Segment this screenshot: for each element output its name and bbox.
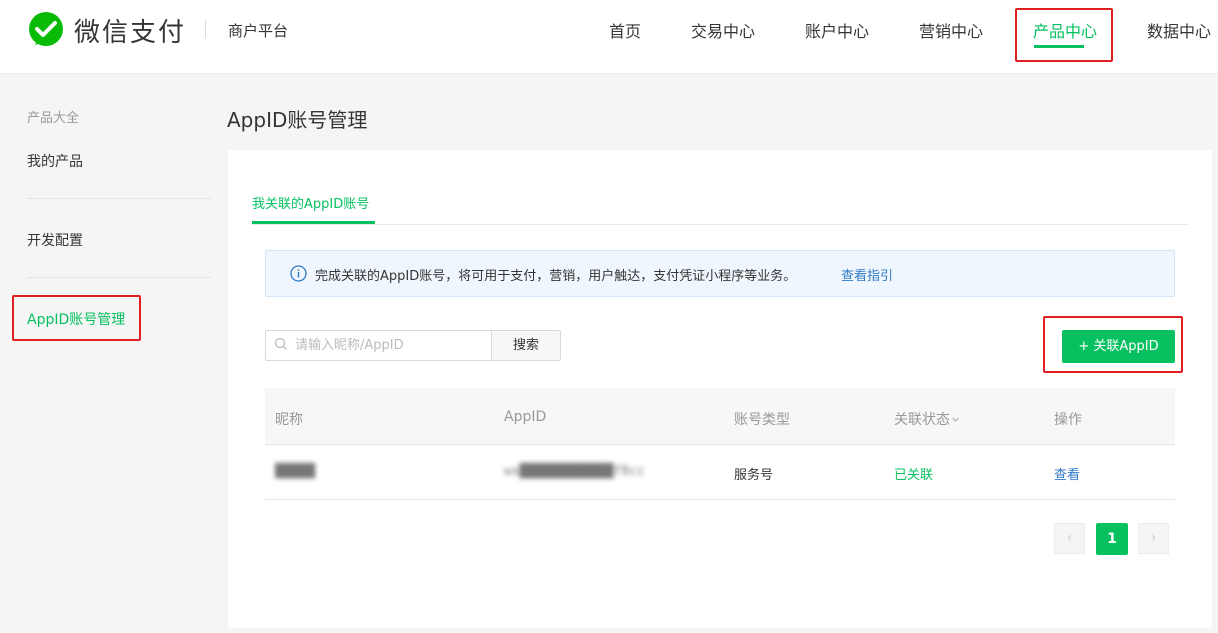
chevron-down-icon xyxy=(952,417,959,422)
prev-page-button[interactable]: ‹ xyxy=(1054,523,1085,554)
info-icon xyxy=(290,265,307,282)
sidebar-item-my-products[interactable]: 我的产品 xyxy=(27,151,83,171)
search-icon xyxy=(274,337,287,350)
sidebar-divider xyxy=(27,198,212,199)
column-header-status[interactable]: 关联状态 xyxy=(894,409,960,429)
column-header-action: 操作 xyxy=(1054,412,1082,428)
top-header: 微信支付 商户平台 首页 交易中心 账户中心 营销中心 产品中心 数据中心 xyxy=(0,0,1218,74)
column-header-status-label: 关联状态 xyxy=(894,412,950,428)
search-input[interactable] xyxy=(295,332,485,359)
nav-item-product[interactable]: 产品中心 xyxy=(1033,18,1097,42)
sidebar-category: 产品大全 xyxy=(27,111,80,126)
brand-name: 微信支付 xyxy=(74,18,187,48)
next-page-button[interactable]: › xyxy=(1138,523,1169,554)
add-appid-button[interactable]: + 关联AppID xyxy=(1062,330,1175,363)
nav-item-data[interactable]: 数据中心 xyxy=(1147,18,1211,42)
cell-status: 已关联 xyxy=(894,468,934,483)
column-header-type: 账号类型 xyxy=(734,412,790,428)
sidebar-item-dev-config[interactable]: 开发配置 xyxy=(27,230,83,250)
table-header xyxy=(265,388,1175,445)
nav-item-marketing[interactable]: 营销中心 xyxy=(919,18,983,42)
column-header-nickname: 昵称 xyxy=(275,412,303,428)
nav-item-account[interactable]: 账户中心 xyxy=(805,18,869,42)
nav-item-home[interactable]: 首页 xyxy=(609,18,641,42)
tab-bar-divider xyxy=(252,224,1188,225)
page-title: AppID账号管理 xyxy=(227,108,368,132)
tab-linked-appid[interactable]: 我关联的AppID账号 xyxy=(252,193,369,212)
platform-name: 商户平台 xyxy=(228,22,289,40)
column-header-appid: AppID xyxy=(504,409,547,425)
nav-item-trade[interactable]: 交易中心 xyxy=(691,18,755,42)
info-banner-text: 完成关联的AppID账号，将可用于支付，营销，用户触达，支付凭证小程序等业务。 xyxy=(315,269,797,284)
sidebar-item-appid-management[interactable]: AppID账号管理 xyxy=(27,309,125,329)
cell-type: 服务号 xyxy=(734,468,774,483)
wechat-pay-logo-icon xyxy=(29,12,63,46)
cell-appid: wx████████████f8cc xyxy=(504,464,645,479)
view-link[interactable]: 查看 xyxy=(1054,464,1080,483)
cell-nickname: ████ xyxy=(275,464,315,479)
nav-active-underline xyxy=(1034,45,1084,48)
table-row-divider xyxy=(265,499,1175,500)
sidebar-divider xyxy=(27,277,212,278)
view-guide-link[interactable]: 查看指引 xyxy=(841,265,893,284)
page-number-current[interactable]: 1 xyxy=(1096,523,1128,555)
brand-divider xyxy=(205,20,206,38)
search-button[interactable]: 搜索 xyxy=(491,330,561,361)
